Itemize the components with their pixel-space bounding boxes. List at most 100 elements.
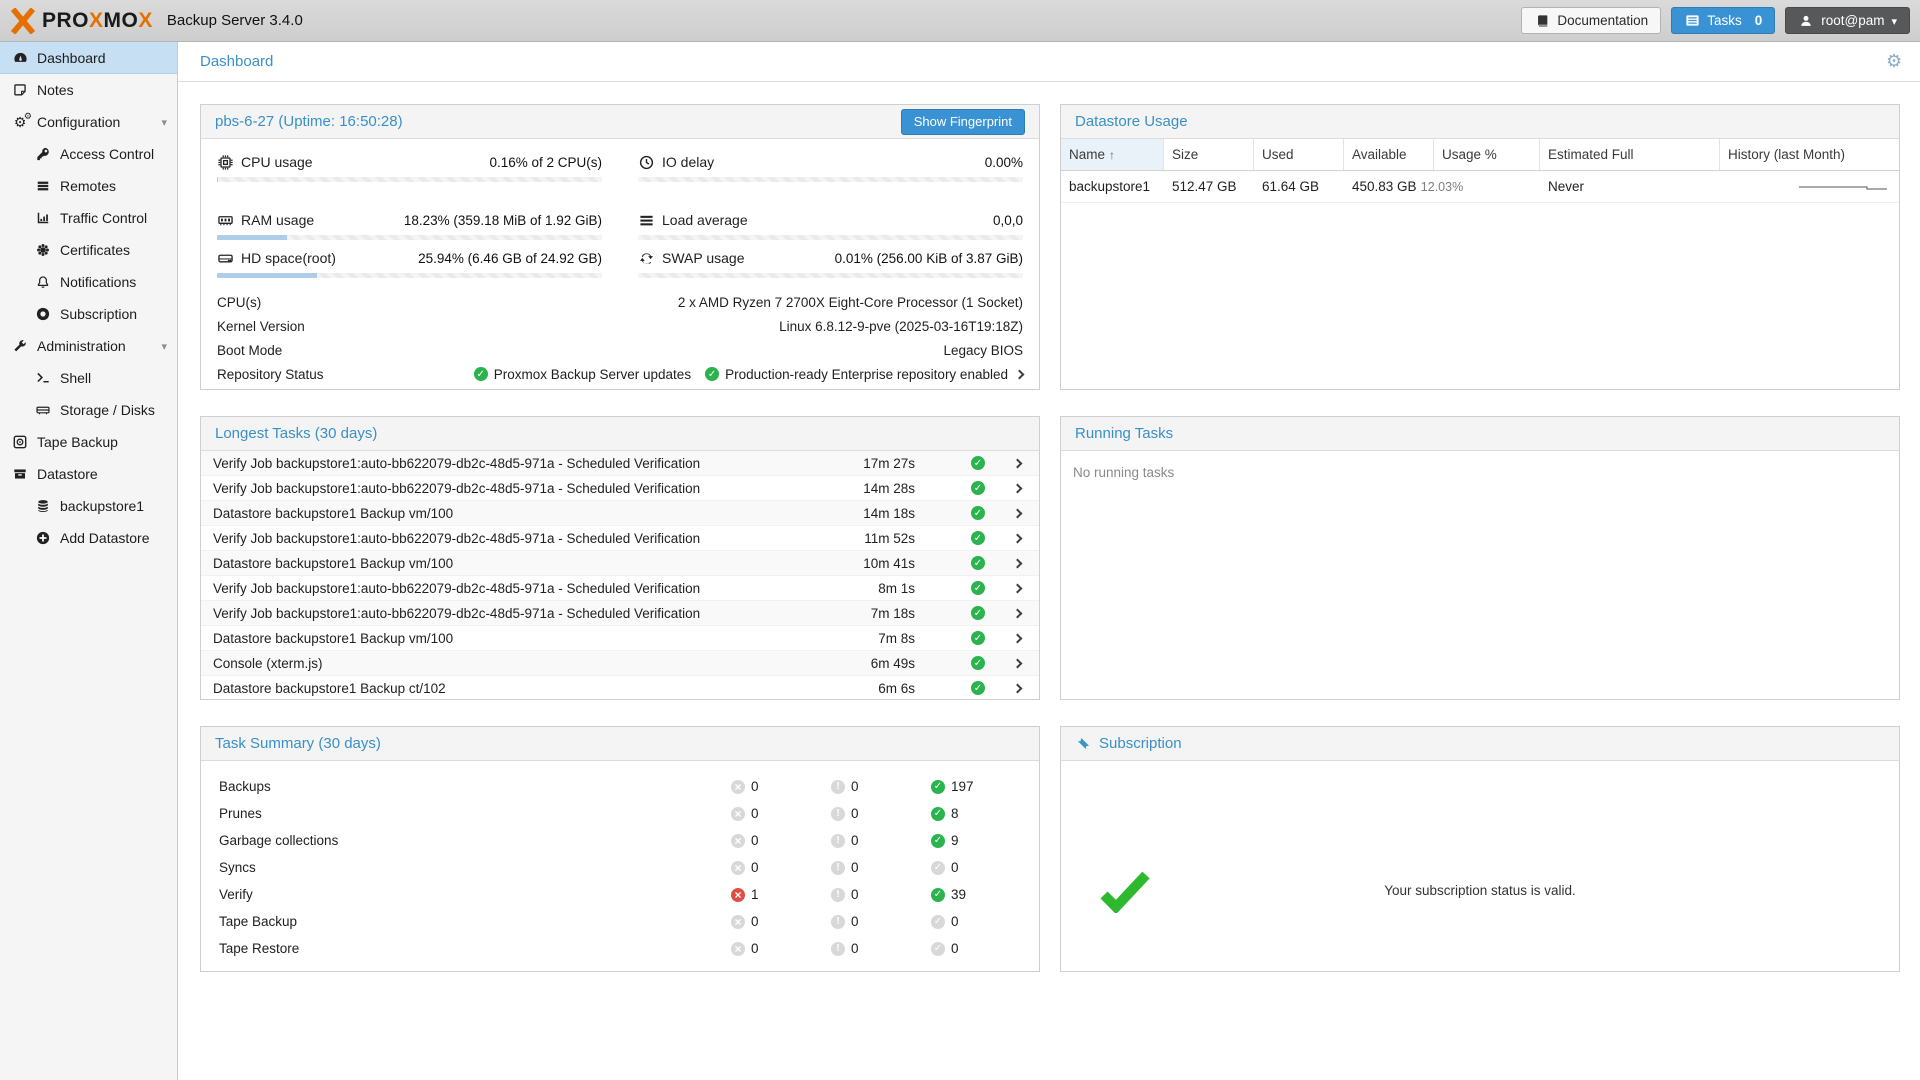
check-circle-icon [931, 888, 945, 902]
note-icon [12, 82, 28, 98]
warning-count: 0 [851, 914, 859, 929]
task-open-button[interactable] [1009, 460, 1025, 467]
task-row[interactable]: Verify Job backupstore1:auto-bb622079-db… [201, 576, 1039, 601]
chevron-down-icon [1891, 13, 1897, 28]
summary-row-garbage-collections[interactable]: Garbage collections 0 0 9 [201, 827, 1039, 854]
user-menu-button[interactable]: root@pam [1785, 7, 1910, 34]
sidebar-item-label: Subscription [60, 306, 137, 322]
cpu-usage-value: 0.16% of 2 CPU(s) [489, 155, 602, 170]
task-open-button[interactable] [1009, 485, 1025, 492]
task-open-button[interactable] [1009, 510, 1025, 517]
error-count: 0 [751, 914, 759, 929]
documentation-button[interactable]: Documentation [1521, 7, 1661, 34]
column-header-available[interactable]: Available [1344, 139, 1434, 170]
host-panel-body: CPU usage 0.16% of 2 CPU(s) RAM usage 18… [201, 139, 1039, 389]
task-duration: 6m 49s [820, 656, 915, 671]
sidebar-item-tape-backup[interactable]: Tape Backup [0, 426, 177, 458]
task-open-button[interactable] [1009, 535, 1025, 542]
sidebar-item-datastore[interactable]: Datastore [0, 458, 177, 490]
task-row[interactable]: Console (xterm.js)6m 49s [201, 651, 1039, 676]
sidebar-item-notifications[interactable]: Notifications [0, 266, 177, 298]
sidebar-item-label: Configuration [37, 114, 120, 130]
summary-row-tape-backup[interactable]: Tape Backup 0 0 0 [201, 908, 1039, 935]
cpu-usage-label: CPU usage [241, 154, 313, 170]
repo-updates-text: Proxmox Backup Server updates [494, 367, 691, 382]
column-header-history[interactable]: History (last Month) [1720, 139, 1899, 170]
task-row[interactable]: Datastore backupstore1 Backup vm/1007m 8… [201, 626, 1039, 651]
sidebar-item-administration[interactable]: Administration [0, 330, 177, 362]
check-circle-icon [705, 367, 719, 381]
error-count: 0 [751, 779, 759, 794]
summary-row-syncs[interactable]: Syncs 0 0 0 [201, 854, 1039, 881]
summary-row-verify[interactable]: Verify 1 0 39 [201, 881, 1039, 908]
sidebar-item-dashboard[interactable]: Dashboard [0, 42, 177, 74]
show-fingerprint-button[interactable]: Show Fingerprint [901, 109, 1025, 135]
error-count: 0 [751, 833, 759, 848]
column-header-usage[interactable]: Usage % [1434, 139, 1540, 170]
task-open-button[interactable] [1009, 610, 1025, 617]
table-row[interactable]: backupstore1 512.47 GB 61.64 GB 450.83 G… [1061, 171, 1899, 203]
sidebar-item-storage-disks[interactable]: Storage / Disks [0, 394, 177, 426]
check-circle-icon [971, 581, 985, 595]
column-header-name[interactable]: Name [1061, 139, 1164, 170]
sidebar-item-backupstore1[interactable]: backupstore1 [0, 490, 177, 522]
swap-usage-row: SWAP usage 0.01% (256.00 KiB of 3.87 GiB… [638, 247, 1023, 269]
summary-label: Prunes [219, 806, 731, 821]
column-header-used[interactable]: Used [1254, 139, 1344, 170]
task-label: Console (xterm.js) [213, 656, 820, 671]
chevron-down-icon[interactable] [161, 116, 167, 129]
summary-row-tape-restore[interactable]: Tape Restore 0 0 0 [201, 935, 1039, 962]
hd-space-bar [217, 273, 602, 278]
chevron-right-icon [1012, 608, 1022, 618]
sidebar-item-label: Tape Backup [37, 434, 118, 450]
summary-label: Syncs [219, 860, 731, 875]
bar-chart-icon [35, 210, 51, 226]
task-open-button[interactable] [1009, 585, 1025, 592]
content-header: Dashboard [178, 42, 1920, 82]
task-open-button[interactable] [1009, 560, 1025, 567]
gear-icon[interactable] [1886, 54, 1902, 70]
summary-row-prunes[interactable]: Prunes 0 0 8 [201, 800, 1039, 827]
bars-icon [638, 212, 654, 228]
load-average-row: Load average 0,0,0 [638, 209, 1023, 231]
error-count: 0 [751, 941, 759, 956]
task-row[interactable]: Datastore backupstore1 Backup vm/10010m … [201, 551, 1039, 576]
sidebar-item-shell[interactable]: Shell [0, 362, 177, 394]
task-row[interactable]: Datastore backupstore1 Backup vm/10014m … [201, 501, 1039, 526]
task-open-button[interactable] [1009, 635, 1025, 642]
column-header-size[interactable]: Size [1164, 139, 1254, 170]
tasks-count-badge: 0 [1755, 13, 1763, 28]
task-row[interactable]: Datastore backupstore1 Backup ct/1026m 6… [201, 676, 1039, 699]
ram-usage-label: RAM usage [241, 212, 314, 228]
task-duration: 10m 41s [820, 556, 915, 571]
tasks-button[interactable]: Tasks 0 [1671, 7, 1775, 34]
sidebar-item-configuration[interactable]: Configuration [0, 106, 177, 138]
ok-count: 197 [951, 779, 974, 794]
sidebar-item-notes[interactable]: Notes [0, 74, 177, 106]
task-open-button[interactable] [1009, 660, 1025, 667]
chevron-down-icon[interactable] [161, 340, 167, 353]
check-circle-icon [971, 556, 985, 570]
column-header-estimated-full[interactable]: Estimated Full [1540, 139, 1720, 170]
check-circle-icon [971, 656, 985, 670]
sidebar-item-subscription[interactable]: Subscription [0, 298, 177, 330]
error-circle-icon [731, 888, 745, 902]
history-sparkline [1791, 178, 1891, 196]
sidebar-item-access-control[interactable]: Access Control [0, 138, 177, 170]
warning-circle-icon [831, 915, 845, 929]
sidebar-item-certificates[interactable]: Certificates [0, 234, 177, 266]
hd-space-value: 25.94% (6.46 GB of 24.92 GB) [418, 251, 602, 266]
task-row[interactable]: Verify Job backupstore1:auto-bb622079-db… [201, 476, 1039, 501]
sidebar-item-add-datastore[interactable]: Add Datastore [0, 522, 177, 554]
task-duration: 8m 1s [820, 581, 915, 596]
task-row[interactable]: Verify Job backupstore1:auto-bb622079-db… [201, 451, 1039, 476]
repo-details-link[interactable] [1016, 371, 1023, 378]
summary-row-backups[interactable]: Backups 0 0 197 [201, 773, 1039, 800]
task-row[interactable]: Verify Job backupstore1:auto-bb622079-db… [201, 601, 1039, 626]
sidebar-item-traffic-control[interactable]: Traffic Control [0, 202, 177, 234]
memory-icon [217, 212, 233, 228]
sidebar-item-remotes[interactable]: Remotes [0, 170, 177, 202]
user-label: root@pam [1821, 13, 1884, 28]
task-row[interactable]: Verify Job backupstore1:auto-bb622079-db… [201, 526, 1039, 551]
task-open-button[interactable] [1009, 685, 1025, 692]
